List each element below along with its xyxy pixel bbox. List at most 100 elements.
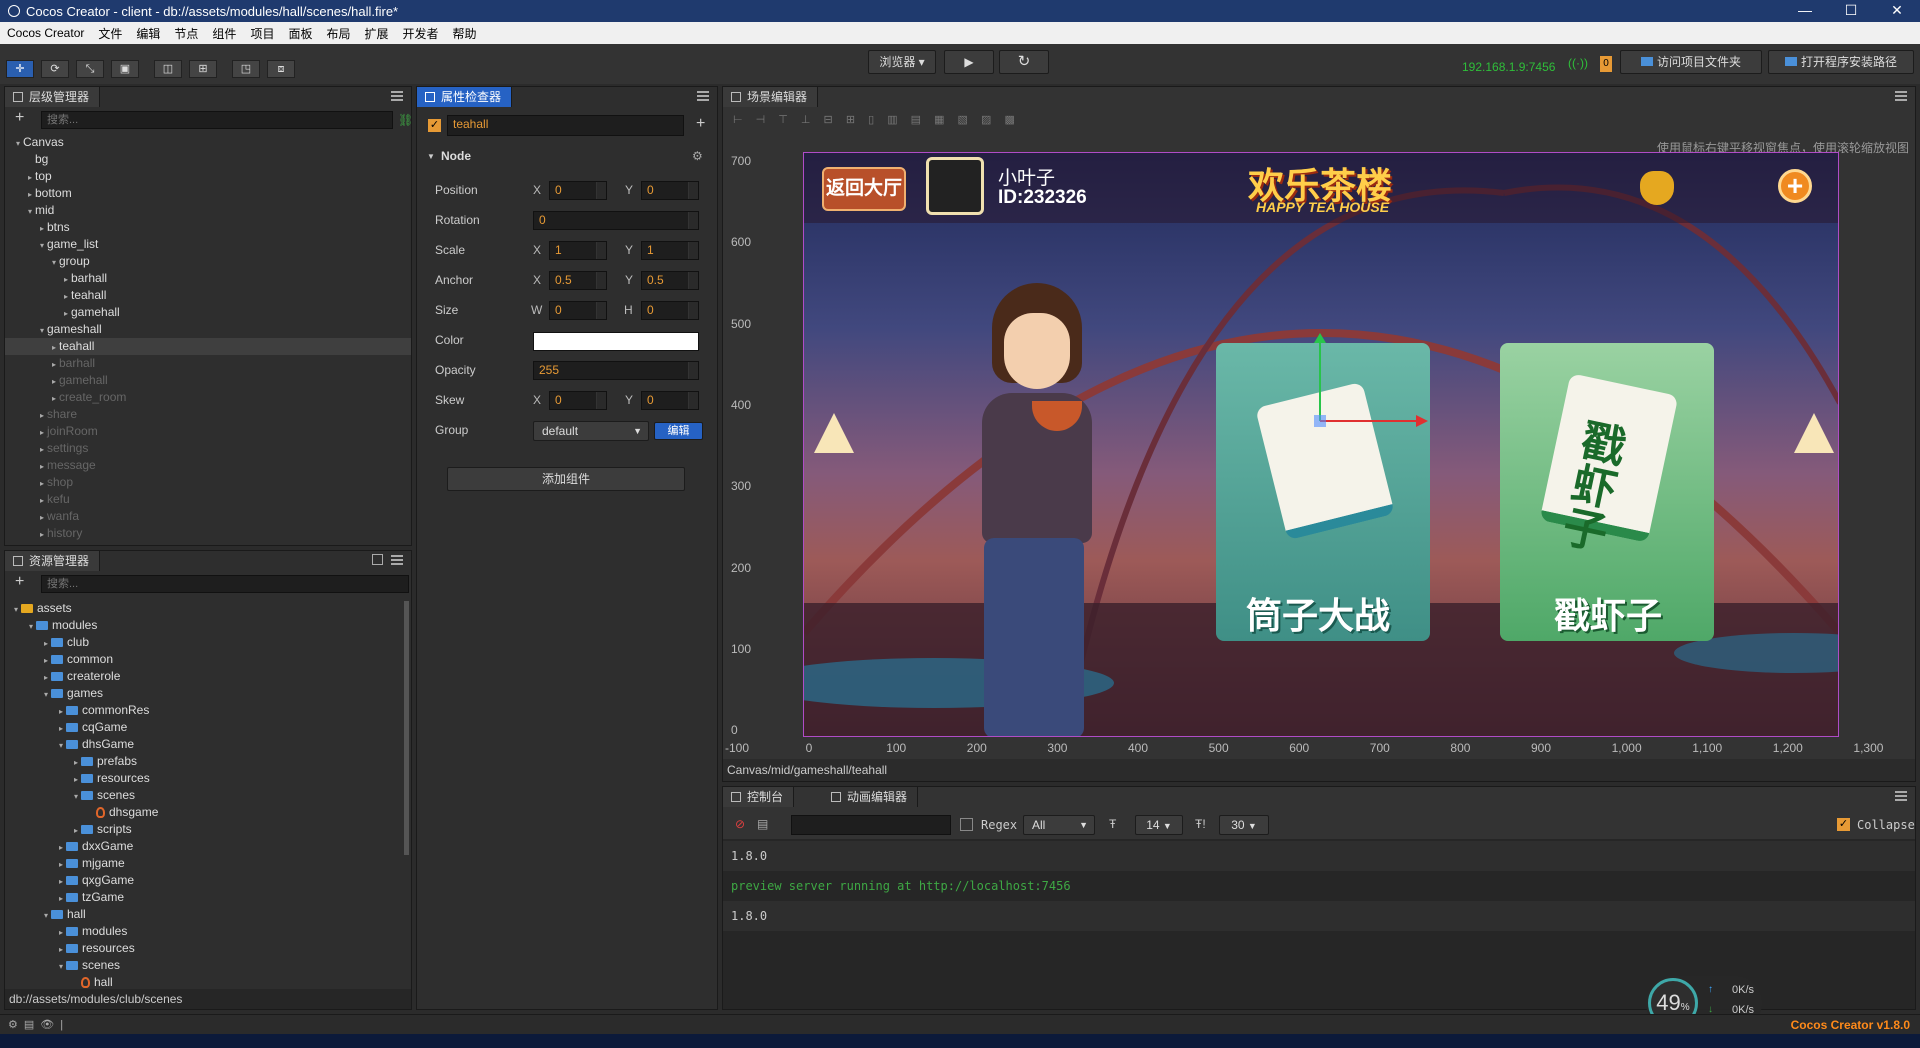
hierarchy-node[interactable]: ▸ top: [5, 168, 411, 185]
position-x-field[interactable]: 0: [549, 181, 607, 200]
hierarchy-node[interactable]: ▾ game_list: [5, 236, 411, 253]
rect-tool-icon[interactable]: ▣: [111, 60, 139, 78]
menu-item-panel[interactable]: 面板: [281, 25, 319, 42]
expand-arrow-icon[interactable]: ▸: [56, 873, 66, 890]
asset-item[interactable]: ▸ prefabs: [5, 753, 411, 770]
hierarchy-node[interactable]: ▸ shop: [5, 474, 411, 491]
open-log-file-icon[interactable]: ▤: [757, 817, 768, 831]
move-tool-icon[interactable]: ✛: [6, 60, 34, 78]
expand-arrow-icon[interactable]: ▾: [37, 322, 47, 339]
panel-menu-icon[interactable]: [1895, 791, 1907, 801]
size-h-field[interactable]: 0: [641, 301, 699, 320]
asset-item[interactable]: ▸ commonRes: [5, 702, 411, 719]
expand-arrow-icon[interactable]: ▸: [49, 339, 59, 356]
hierarchy-node[interactable]: ▾ group: [5, 253, 411, 270]
expand-arrow-icon[interactable]: ▸: [56, 839, 66, 856]
asset-item[interactable]: ▾ dhsGame: [5, 736, 411, 753]
collapse-checkbox[interactable]: ✓: [1837, 818, 1850, 831]
expand-arrow-icon[interactable]: ▸: [56, 924, 66, 941]
asset-item[interactable]: ▾ assets: [5, 600, 411, 617]
opacity-field[interactable]: 255: [533, 361, 699, 380]
panel-menu-icon[interactable]: [391, 555, 403, 565]
anchor-x-field[interactable]: 0.5: [549, 271, 607, 290]
panel-menu-icon[interactable]: [1895, 91, 1907, 101]
color-swatch[interactable]: [533, 332, 699, 351]
expand-arrow-icon[interactable]: ▾: [49, 254, 59, 271]
hierarchy-node[interactable]: ▸ settings: [5, 440, 411, 457]
hierarchy-node[interactable]: ▾ mid: [5, 202, 411, 219]
expand-arrow-icon[interactable]: ▸: [37, 509, 47, 526]
scene-viewport[interactable]: 返回大厅 小叶子 ID:232326 欢乐茶楼 HAPPY TEA HOUSE …: [803, 152, 1839, 737]
expand-arrow-icon[interactable]: ▸: [49, 356, 59, 373]
expand-arrow-icon[interactable]: ▸: [37, 407, 47, 424]
asset-item[interactable]: ▸ qxgGame: [5, 872, 411, 889]
assets-search-input[interactable]: [41, 575, 409, 593]
menu-item-app[interactable]: Cocos Creator: [0, 26, 91, 40]
refresh-button[interactable]: ↻: [999, 50, 1049, 74]
y-axis-gizmo[interactable]: [1319, 341, 1321, 421]
asset-item[interactable]: ▸ createrole: [5, 668, 411, 685]
anchor-y-field[interactable]: 0.5: [641, 271, 699, 290]
console-filter-input[interactable]: [791, 815, 951, 835]
collapse-icon[interactable]: [372, 554, 383, 565]
assets-tab[interactable]: 资源管理器: [5, 551, 101, 571]
expand-arrow-icon[interactable]: ▸: [56, 941, 66, 958]
gizmo-toggle-icon[interactable]: ⧈: [267, 60, 295, 78]
expand-arrow-icon[interactable]: ▸: [71, 754, 81, 771]
hierarchy-node[interactable]: ▸ message: [5, 457, 411, 474]
animation-tab[interactable]: 动画编辑器: [823, 787, 919, 807]
group-edit-button[interactable]: 编辑: [654, 422, 703, 440]
hierarchy-search-input[interactable]: [41, 111, 393, 129]
scene-editor-tab[interactable]: 场景编辑器: [723, 87, 819, 107]
hierarchy-node[interactable]: bg: [5, 151, 411, 168]
snap-toggle-icon[interactable]: ◳: [232, 60, 260, 78]
menu-item-extension[interactable]: 扩展: [357, 25, 395, 42]
asset-item[interactable]: ▸ club: [5, 634, 411, 651]
expand-arrow-icon[interactable]: ▸: [61, 305, 71, 322]
skew-y-field[interactable]: 0: [641, 391, 699, 410]
asset-item[interactable]: ▾ scenes: [5, 787, 411, 804]
panel-menu-icon[interactable]: [391, 91, 403, 101]
scale-y-field[interactable]: 1: [641, 241, 699, 260]
hierarchy-node[interactable]: ▸ gamehall: [5, 304, 411, 321]
expand-arrow-icon[interactable]: ▸: [37, 475, 47, 492]
scale-tool-icon[interactable]: ⤡: [76, 60, 104, 78]
expand-arrow-icon[interactable]: ▾: [13, 135, 23, 152]
minimize-button[interactable]: —: [1782, 0, 1828, 22]
expand-arrow-icon[interactable]: ▸: [37, 220, 47, 237]
expand-arrow-icon[interactable]: ▸: [71, 771, 81, 788]
spinner[interactable]: [688, 362, 698, 379]
hierarchy-node[interactable]: ▾ gameshall: [5, 321, 411, 338]
notification-badge[interactable]: 0: [1600, 56, 1612, 72]
menu-item-developer[interactable]: 开发者: [396, 25, 446, 42]
inspector-tab[interactable]: 属性检查器: [417, 87, 513, 107]
spinner[interactable]: [688, 182, 698, 199]
log-level-select[interactable]: All ▼: [1023, 815, 1095, 835]
hierarchy-node[interactable]: ▸ joinRoom: [5, 423, 411, 440]
expand-arrow-icon[interactable]: ▾: [41, 686, 51, 703]
maximize-button[interactable]: ☐: [1828, 0, 1874, 22]
open-install-folder-button[interactable]: 打开程序安装路径: [1768, 50, 1914, 74]
menu-item-component[interactable]: 组件: [205, 25, 243, 42]
clear-log-icon[interactable]: ⊘: [735, 817, 745, 831]
expand-arrow-icon[interactable]: ▸: [41, 635, 51, 652]
font-size-select[interactable]: 14 ▼: [1135, 815, 1183, 835]
back-to-hall-button[interactable]: 返回大厅: [822, 167, 906, 211]
spinner[interactable]: [688, 302, 698, 319]
expand-arrow-icon[interactable]: ▸: [37, 492, 47, 509]
asset-item[interactable]: ▾ scenes: [5, 957, 411, 974]
line-count-select[interactable]: 30 ▼: [1219, 815, 1269, 835]
expand-arrow-icon[interactable]: ▾: [71, 788, 81, 805]
hierarchy-node[interactable]: ▸ teahall: [5, 338, 411, 355]
x-axis-gizmo[interactable]: [1320, 420, 1416, 422]
hierarchy-node[interactable]: ▸ wanfa: [5, 508, 411, 525]
asset-item[interactable]: ▸ dxxGame: [5, 838, 411, 855]
asset-item[interactable]: ▸ resources: [5, 940, 411, 957]
pivot-toggle-icon[interactable]: ◫: [154, 60, 182, 78]
add-currency-button[interactable]: +: [1778, 169, 1812, 203]
menu-item-node[interactable]: 节点: [167, 25, 205, 42]
local-toggle-icon[interactable]: ⊞: [189, 60, 217, 78]
expand-arrow-icon[interactable]: ▸: [25, 169, 35, 186]
size-w-field[interactable]: 0: [549, 301, 607, 320]
game-card-tongzi[interactable]: 筒子大战: [1216, 343, 1430, 641]
